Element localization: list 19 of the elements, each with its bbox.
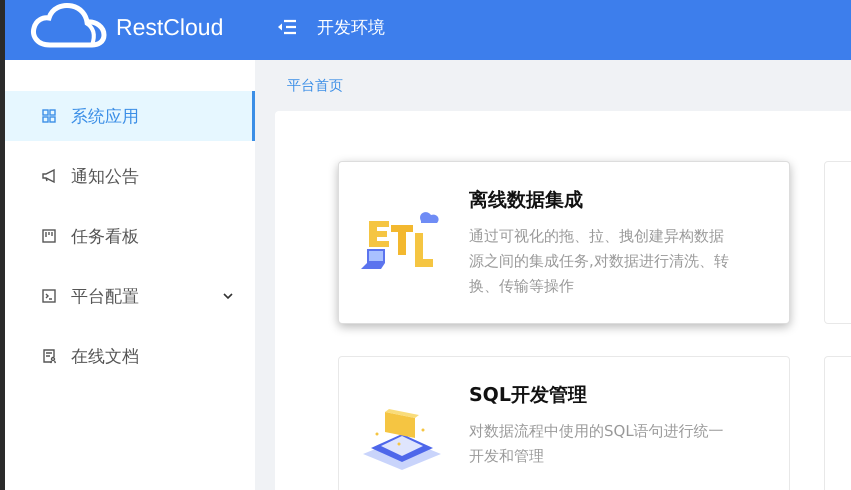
card-title: SQL开发管理: [469, 383, 588, 408]
document-icon: [41, 348, 57, 364]
terminal-icon: [41, 288, 57, 304]
sidebar-item[interactable]: 平台配置: [5, 271, 255, 321]
environment-title: 开发环境: [317, 16, 385, 38]
megaphone-icon: [41, 168, 57, 184]
card-title: 离线数据集成: [469, 188, 584, 213]
card-description: 通过可视化的拖、拉、拽创建异构数据源之间的集成任务,对数据进行清洗、转换、传输等操作: [469, 226, 730, 297]
menu-fold-icon[interactable]: [277, 19, 297, 35]
app-card[interactable]: 离线数据集成 通过可视化的拖、拉、拽创建异构数据源之间的集成任务,对数据进行清洗、转换、传输等操作: [338, 161, 790, 324]
brand-name: RestCloud: [116, 14, 224, 40]
app-card[interactable]: SQL开发管理 对数据流程中使用的SQL语句进行统一开发和管理: [338, 356, 790, 490]
sidebar-item[interactable]: 任务看板: [5, 211, 255, 261]
grid-icon: [41, 108, 57, 124]
card-description: 对数据流程中使用的SQL语句进行统一开发和管理: [469, 421, 725, 467]
board-icon: [41, 228, 57, 244]
cloud-logo-icon: [30, 1, 108, 49]
sidebar-item[interactable]: 通知公告: [5, 151, 255, 201]
sidebar-item[interactable]: 在线文档: [5, 331, 255, 381]
